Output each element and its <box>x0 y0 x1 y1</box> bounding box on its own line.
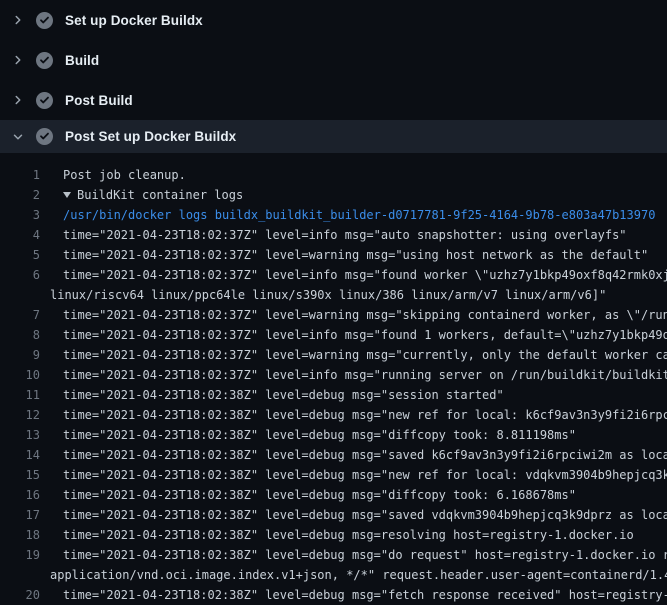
log-line-text: time="2021-04-23T18:02:38Z" level=debug … <box>40 545 667 565</box>
log-line-text: time="2021-04-23T18:02:38Z" level=debug … <box>40 425 576 445</box>
log-line: 11 time="2021-04-23T18:02:38Z" level=deb… <box>0 385 667 405</box>
log-line-number[interactable]: 7 <box>0 305 40 325</box>
log-line: 10 time="2021-04-23T18:02:37Z" level=inf… <box>0 365 667 385</box>
log-line-number[interactable]: 19 <box>0 545 40 565</box>
log-line-text: time="2021-04-23T18:02:38Z" level=debug … <box>40 385 504 405</box>
log-line: 13 time="2021-04-23T18:02:38Z" level=deb… <box>0 425 667 445</box>
log-area: 1 Post job cleanup. 2 BuildKit container… <box>0 153 667 605</box>
chevron-right-icon <box>10 12 26 28</box>
log-line: 9 time="2021-04-23T18:02:37Z" level=warn… <box>0 345 667 365</box>
log-line-number[interactable]: 4 <box>0 225 40 245</box>
log-line-text: time="2021-04-23T18:02:38Z" level=debug … <box>40 465 667 485</box>
log-line: 7 time="2021-04-23T18:02:37Z" level=warn… <box>0 305 667 325</box>
group-collapse-triangle-icon[interactable] <box>63 192 71 198</box>
step-label: Post Build <box>65 93 133 108</box>
log-line-number[interactable]: 10 <box>0 365 40 385</box>
log-line-text: time="2021-04-23T18:02:37Z" level=info m… <box>40 225 627 245</box>
log-line-number[interactable]: 5 <box>0 245 40 265</box>
log-line: 17 time="2021-04-23T18:02:38Z" level=deb… <box>0 505 667 525</box>
log-line-text: Post job cleanup. <box>40 165 186 185</box>
log-line-text: time="2021-04-23T18:02:38Z" level=debug … <box>40 405 667 425</box>
success-check-icon <box>36 92 53 109</box>
log-line-text: BuildKit container logs <box>40 185 243 205</box>
log-line-text: time="2021-04-23T18:02:37Z" level=warnin… <box>40 305 667 325</box>
log-line-number <box>0 565 40 585</box>
chevron-right-icon <box>10 92 26 108</box>
log-line: 15 time="2021-04-23T18:02:38Z" level=deb… <box>0 465 667 485</box>
log-line-text: time="2021-04-23T18:02:37Z" level=info m… <box>40 325 667 345</box>
log-line-number[interactable]: 18 <box>0 525 40 545</box>
log-line: 16 time="2021-04-23T18:02:38Z" level=deb… <box>0 485 667 505</box>
log-line: application/vnd.oci.image.index.v1+json,… <box>0 565 667 585</box>
step-row-post-set-up-docker-buildx[interactable]: Post Set up Docker Buildx <box>0 120 667 153</box>
step-label: Post Set up Docker Buildx <box>65 129 236 144</box>
chevron-down-icon <box>10 129 26 145</box>
log-line: 20 time="2021-04-23T18:02:38Z" level=deb… <box>0 585 667 605</box>
log-line-number[interactable]: 17 <box>0 505 40 525</box>
log-line-number[interactable]: 15 <box>0 465 40 485</box>
log-line-text: /usr/bin/docker logs buildx_buildkit_bui… <box>40 205 655 225</box>
step-row-post-build[interactable]: Post Build <box>0 80 667 120</box>
success-check-icon <box>36 128 53 145</box>
log-line-number[interactable]: 9 <box>0 345 40 365</box>
log-line-text: time="2021-04-23T18:02:38Z" level=debug … <box>40 525 634 545</box>
success-check-icon <box>36 12 53 29</box>
log-line-text: application/vnd.oci.image.index.v1+json,… <box>40 565 667 585</box>
log-line-number[interactable]: 12 <box>0 405 40 425</box>
log-line-number[interactable]: 6 <box>0 265 40 285</box>
log-line: 5 time="2021-04-23T18:02:37Z" level=warn… <box>0 245 667 265</box>
log-line-number[interactable]: 8 <box>0 325 40 345</box>
log-line-text: time="2021-04-23T18:02:38Z" level=debug … <box>40 505 667 525</box>
success-check-icon <box>36 52 53 69</box>
log-line: 4 time="2021-04-23T18:02:37Z" level=info… <box>0 225 667 245</box>
log-line-number[interactable]: 20 <box>0 585 40 605</box>
log-line-text: time="2021-04-23T18:02:37Z" level=info m… <box>40 365 667 385</box>
step-row-build[interactable]: Build <box>0 40 667 80</box>
log-line-text: time="2021-04-23T18:02:38Z" level=debug … <box>40 485 576 505</box>
log-line: 18 time="2021-04-23T18:02:38Z" level=deb… <box>0 525 667 545</box>
log-line-number[interactable]: 14 <box>0 445 40 465</box>
log-line: 6 time="2021-04-23T18:02:37Z" level=info… <box>0 265 667 285</box>
log-line-number <box>0 285 40 305</box>
log-line-number[interactable]: 16 <box>0 485 40 505</box>
log-line-text: time="2021-04-23T18:02:37Z" level=info m… <box>40 265 667 285</box>
log-line-number[interactable]: 13 <box>0 425 40 445</box>
log-line-text: time="2021-04-23T18:02:37Z" level=warnin… <box>40 345 667 365</box>
chevron-right-icon <box>10 52 26 68</box>
step-label: Set up Docker Buildx <box>65 13 203 28</box>
log-line-number[interactable]: 1 <box>0 165 40 185</box>
log-line: 2 BuildKit container logs <box>0 185 667 205</box>
steps-list: Set up Docker Buildx Build P <box>0 0 667 153</box>
log-line: 19 time="2021-04-23T18:02:38Z" level=deb… <box>0 545 667 565</box>
log-line-number[interactable]: 2 <box>0 185 40 205</box>
log-line-text: time="2021-04-23T18:02:38Z" level=debug … <box>40 585 667 605</box>
log-line: 14 time="2021-04-23T18:02:38Z" level=deb… <box>0 445 667 465</box>
step-row-set-up-docker-buildx[interactable]: Set up Docker Buildx <box>0 0 667 40</box>
log-line: 1 Post job cleanup. <box>0 165 667 185</box>
log-line-text: time="2021-04-23T18:02:37Z" level=warnin… <box>40 245 648 265</box>
log-line: 8 time="2021-04-23T18:02:37Z" level=info… <box>0 325 667 345</box>
log-line: 3 /usr/bin/docker logs buildx_buildkit_b… <box>0 205 667 225</box>
log-line: 12 time="2021-04-23T18:02:38Z" level=deb… <box>0 405 667 425</box>
log-line-number[interactable]: 3 <box>0 205 40 225</box>
log-line-text: time="2021-04-23T18:02:38Z" level=debug … <box>40 445 667 465</box>
log-line: linux/riscv64 linux/ppc64le linux/s390x … <box>0 285 667 305</box>
log-line-text: linux/riscv64 linux/ppc64le linux/s390x … <box>40 285 606 305</box>
step-label: Build <box>65 53 99 68</box>
log-line-number[interactable]: 11 <box>0 385 40 405</box>
